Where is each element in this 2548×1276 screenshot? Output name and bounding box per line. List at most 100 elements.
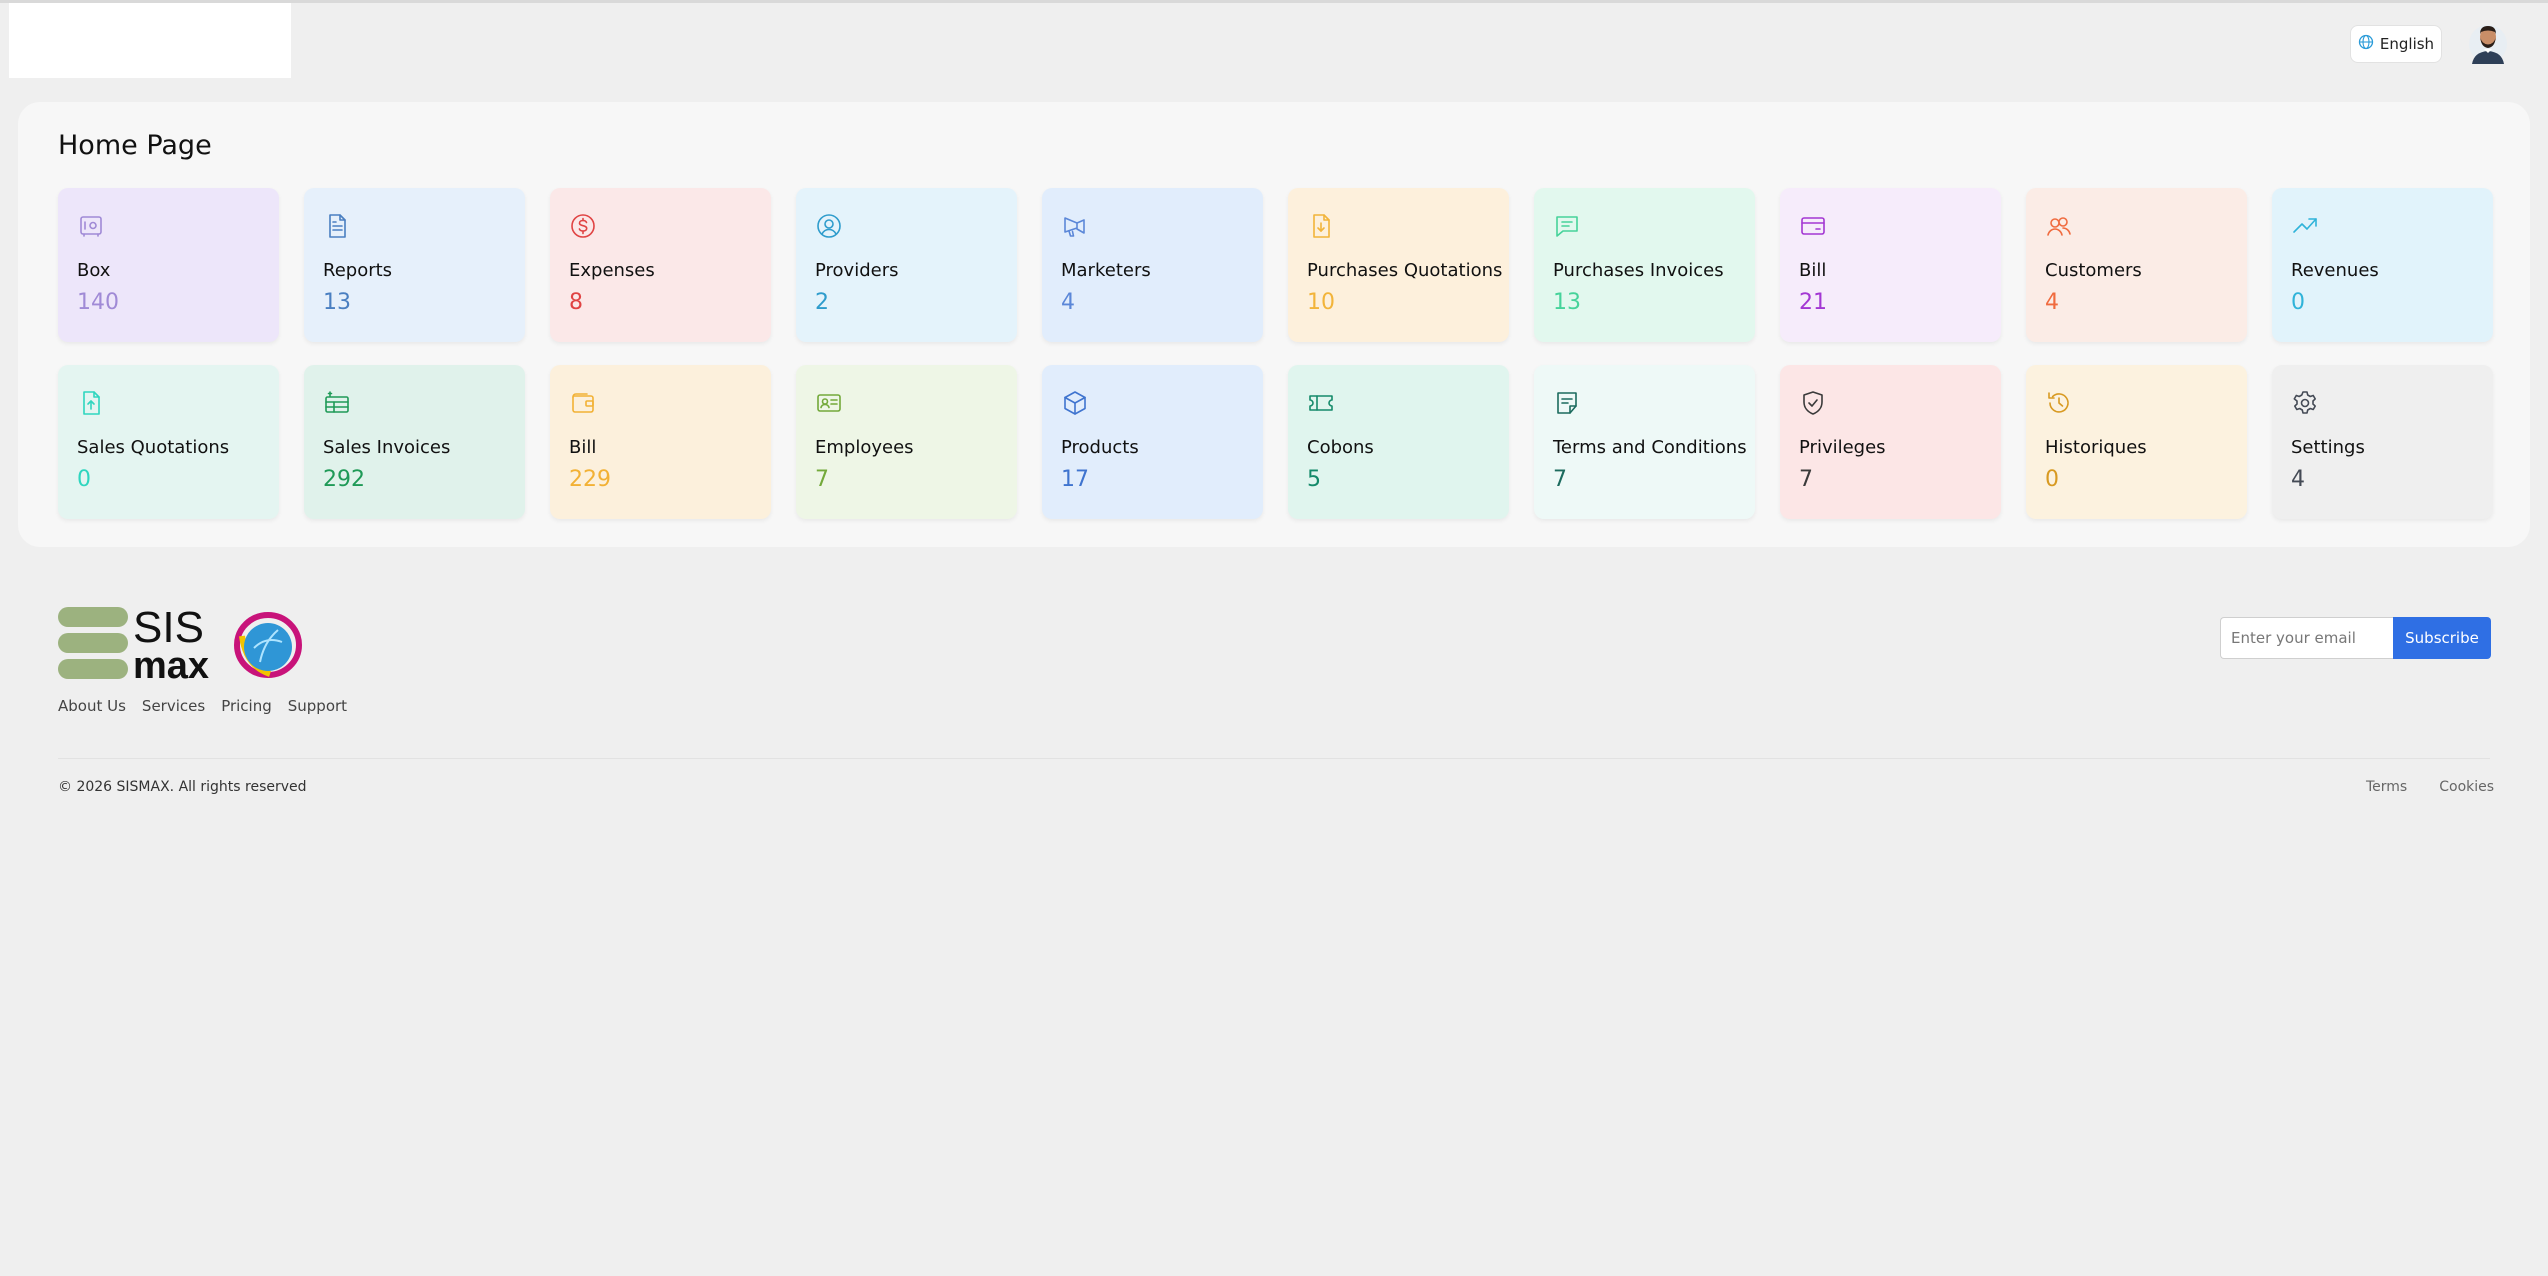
card-count: 13: [1553, 290, 1581, 315]
top-border: [0, 0, 2548, 3]
note-icon: [1553, 389, 1581, 417]
wallet-icon: [569, 389, 597, 417]
dashboard-card-sales-invoices[interactable]: Sales Invoices 292: [304, 365, 525, 519]
users-icon: [2045, 212, 2073, 240]
footer-links: About Us Services Pricing Support: [58, 697, 347, 715]
card-count: 7: [1799, 467, 1813, 492]
footer-link-support[interactable]: Support: [288, 697, 347, 715]
card-label: Marketers: [1061, 260, 1151, 281]
cube-icon: [1061, 389, 1089, 417]
language-label: English: [2379, 35, 2435, 53]
sismax-logo: SIS max: [58, 603, 303, 687]
dashboard-card-reports[interactable]: Reports 13: [304, 188, 525, 342]
card-label: Reports: [323, 260, 393, 281]
gear-icon: [2291, 389, 2319, 417]
card-count: 0: [2291, 290, 2305, 315]
card-label: Cobons: [1307, 437, 1374, 458]
card-count: 17: [1061, 467, 1089, 492]
trending-up-icon: [2291, 212, 2319, 240]
card-count: 0: [77, 467, 91, 492]
card-count: 7: [815, 467, 829, 492]
dashboard-card-bill[interactable]: Bill 229: [550, 365, 771, 519]
dashboard-card-customers[interactable]: Customers 4: [2026, 188, 2247, 342]
dashboard-card-revenues[interactable]: Revenues 0: [2272, 188, 2493, 342]
dashboard-card-box[interactable]: Box 140: [58, 188, 279, 342]
card-count: 140: [77, 290, 119, 315]
card-count: 4: [2291, 467, 2305, 492]
dashboard-card-privileges[interactable]: Privileges 7: [1780, 365, 2001, 519]
copyright-text: © 2026 SISMAX. All rights reserved: [58, 779, 307, 795]
card-label: Bill: [569, 437, 597, 458]
shield-check-icon: [1799, 389, 1827, 417]
card-count: 10: [1307, 290, 1335, 315]
card-label: Bill: [1799, 260, 1827, 281]
dashboard-card-terms-and-conditions[interactable]: Terms and Conditions 7: [1534, 365, 1755, 519]
language-button[interactable]: English: [2350, 25, 2442, 63]
file-upload-icon: [77, 389, 105, 417]
dashboard-grid: Box 140 Reports 13 Expenses 8 Providers 2 Market…: [58, 188, 2493, 519]
page-title: Home Page: [58, 130, 212, 161]
card-count: 8: [569, 290, 583, 315]
card-label: Historiques: [2045, 437, 2147, 458]
card-label: Purchases Quotations: [1307, 260, 1503, 281]
card-count: 13: [323, 290, 351, 315]
card-label: Privileges: [1799, 437, 1886, 458]
card-count: 0: [2045, 467, 2059, 492]
ticket-icon: [1307, 389, 1335, 417]
terms-link[interactable]: Terms: [2366, 779, 2407, 795]
header-logo-area: [9, 3, 291, 78]
card-label: Employees: [815, 437, 914, 458]
home-panel: Home Page Box 140 Reports 13 Expenses 8 Provid…: [18, 102, 2530, 547]
card-label: Providers: [815, 260, 899, 281]
footer-link-services[interactable]: Services: [142, 697, 205, 715]
safe-icon: [77, 212, 105, 240]
card-count: 4: [1061, 290, 1075, 315]
dollar-circle-icon: [569, 212, 597, 240]
card-count: 292: [323, 467, 365, 492]
card-label: Settings: [2291, 437, 2365, 458]
card-label: Sales Invoices: [323, 437, 451, 458]
avatar[interactable]: [2468, 20, 2508, 64]
globe-icon: [2358, 34, 2374, 54]
message-icon: [1553, 212, 1581, 240]
card-label: Products: [1061, 437, 1139, 458]
dashboard-card-employees[interactable]: Employees 7: [796, 365, 1017, 519]
footer-divider: [58, 758, 2490, 759]
cookies-link[interactable]: Cookies: [2439, 779, 2494, 795]
credit-card-icon: [1799, 212, 1827, 240]
card-count: 2: [815, 290, 829, 315]
dashboard-card-settings[interactable]: Settings 4: [2272, 365, 2493, 519]
dashboard-card-cobons[interactable]: Cobons 5: [1288, 365, 1509, 519]
footer-link-about[interactable]: About Us: [58, 697, 126, 715]
card-label: Expenses: [569, 260, 655, 281]
dashboard-card-providers[interactable]: Providers 2: [796, 188, 1017, 342]
card-label: Sales Quotations: [77, 437, 230, 458]
footer-link-pricing[interactable]: Pricing: [221, 697, 272, 715]
card-count: 21: [1799, 290, 1827, 315]
document-icon: [323, 212, 351, 240]
card-label: Revenues: [2291, 260, 2379, 281]
card-label: Customers: [2045, 260, 2142, 281]
user-circle-icon: [815, 212, 843, 240]
dashboard-card-bill[interactable]: Bill 21: [1780, 188, 2001, 342]
card-count: 5: [1307, 467, 1321, 492]
dashboard-card-products[interactable]: Products 17: [1042, 365, 1263, 519]
card-label: Terms and Conditions: [1553, 437, 1747, 458]
dashboard-card-sales-quotations[interactable]: Sales Quotations 0: [58, 365, 279, 519]
card-count: 229: [569, 467, 611, 492]
svg-text:max: max: [133, 645, 209, 680]
dashboard-card-expenses[interactable]: Expenses 8: [550, 188, 771, 342]
email-input[interactable]: [2220, 617, 2394, 659]
card-count: 7: [1553, 467, 1567, 492]
dashboard-card-purchases-invoices[interactable]: Purchases Invoices 13: [1534, 188, 1755, 342]
dashboard-card-purchases-quotations[interactable]: Purchases Quotations 10: [1288, 188, 1509, 342]
file-download-icon: [1307, 212, 1335, 240]
history-icon: [2045, 389, 2073, 417]
megaphone-icon: [1061, 212, 1089, 240]
dashboard-card-historiques[interactable]: Historiques 0: [2026, 365, 2247, 519]
card-label: Purchases Invoices: [1553, 260, 1724, 281]
invoice-icon: [323, 389, 351, 417]
subscribe-button[interactable]: Subscribe: [2393, 617, 2491, 659]
dashboard-card-marketers[interactable]: Marketers 4: [1042, 188, 1263, 342]
legal-links: Terms Cookies: [2366, 779, 2494, 795]
